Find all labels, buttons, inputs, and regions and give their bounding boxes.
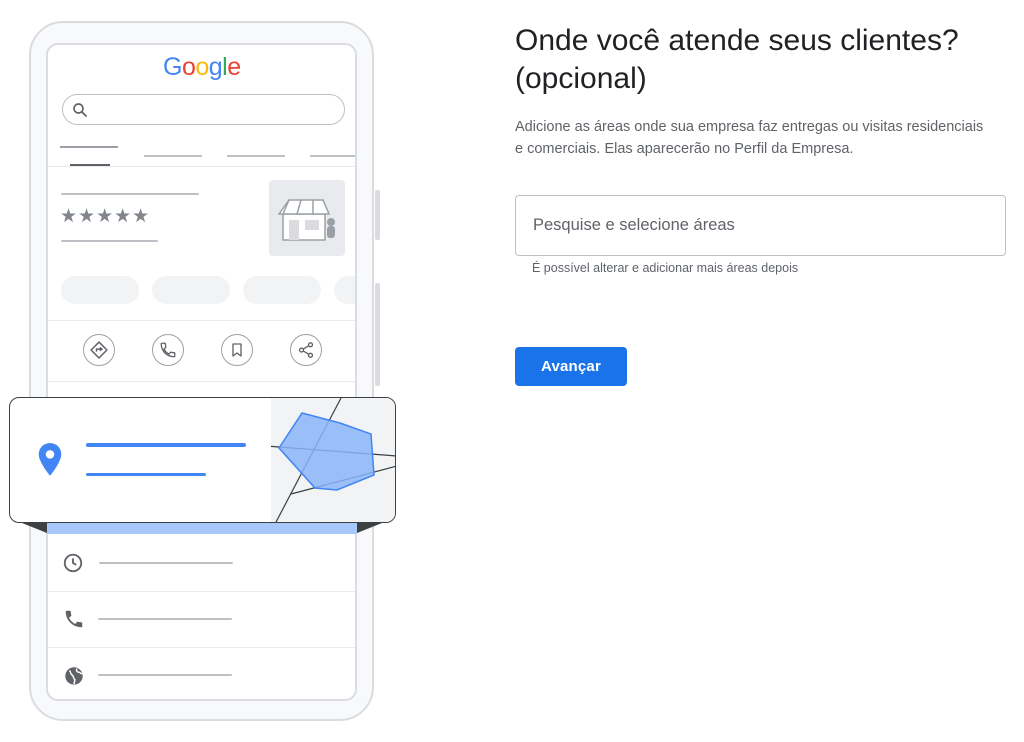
phone-placeholder: [98, 618, 232, 620]
chip-placeholder: [243, 276, 321, 304]
page-description: Adicione as áreas onde sua empresa faz e…: [515, 119, 984, 157]
logo-letter: g: [208, 53, 223, 81]
illustration-tab: [310, 155, 355, 157]
illustration-search-bar: [62, 94, 345, 125]
phone-icon: [65, 610, 83, 628]
area-search-input[interactable]: [515, 195, 1006, 256]
phone-side-button: [375, 190, 380, 240]
call-button-illustration: [152, 334, 184, 366]
globe-icon: [65, 667, 83, 685]
divider: [48, 320, 355, 321]
directions-icon: [90, 341, 108, 359]
illustration-tab: [227, 155, 285, 157]
card-subtitle-placeholder: [86, 473, 206, 476]
rating-stars: ★★★★★: [60, 206, 151, 227]
page-title: Onde você atende seus clientes? (opciona…: [515, 24, 959, 95]
share-icon: [298, 342, 314, 358]
service-area-card: [9, 397, 396, 523]
website-placeholder: [98, 674, 232, 676]
search-icon: [73, 103, 87, 117]
illustration-tab: [144, 155, 202, 157]
phone-icon: [160, 342, 176, 358]
chip-placeholder: [152, 276, 230, 304]
phone-side-button: [375, 283, 380, 386]
business-name-placeholder: [61, 193, 199, 195]
bookmark-icon: [232, 343, 242, 357]
divider: [48, 166, 355, 167]
location-pin-icon: [38, 443, 62, 476]
divider: [48, 381, 355, 382]
hours-placeholder: [99, 562, 233, 564]
advance-button[interactable]: Avançar: [515, 347, 627, 386]
storefront-icon: [277, 199, 335, 241]
storefront-thumbnail: [269, 180, 345, 256]
logo-letter: o: [181, 53, 196, 81]
divider: [48, 647, 355, 648]
business-category-placeholder: [61, 240, 158, 242]
chip-placeholder: [334, 276, 355, 304]
google-logo: Google: [163, 53, 241, 82]
logo-letter: G: [163, 53, 182, 81]
divider: [48, 591, 355, 592]
save-button-illustration: [221, 334, 253, 366]
service-area-map: [265, 398, 395, 522]
helper-text: É possível alterar e adicionar mais área…: [532, 261, 799, 275]
clock-icon: [63, 553, 83, 573]
share-button-illustration: [290, 334, 322, 366]
map-area-graphic: [265, 398, 395, 522]
chip-placeholder: [61, 276, 139, 304]
phone-screen: Google ★★★★★: [46, 43, 357, 701]
logo-letter: o: [195, 53, 209, 81]
card-title-placeholder: [86, 443, 246, 447]
logo-letter: e: [227, 53, 241, 81]
directions-button-illustration: [83, 334, 115, 366]
illustration-tab: [60, 146, 118, 148]
